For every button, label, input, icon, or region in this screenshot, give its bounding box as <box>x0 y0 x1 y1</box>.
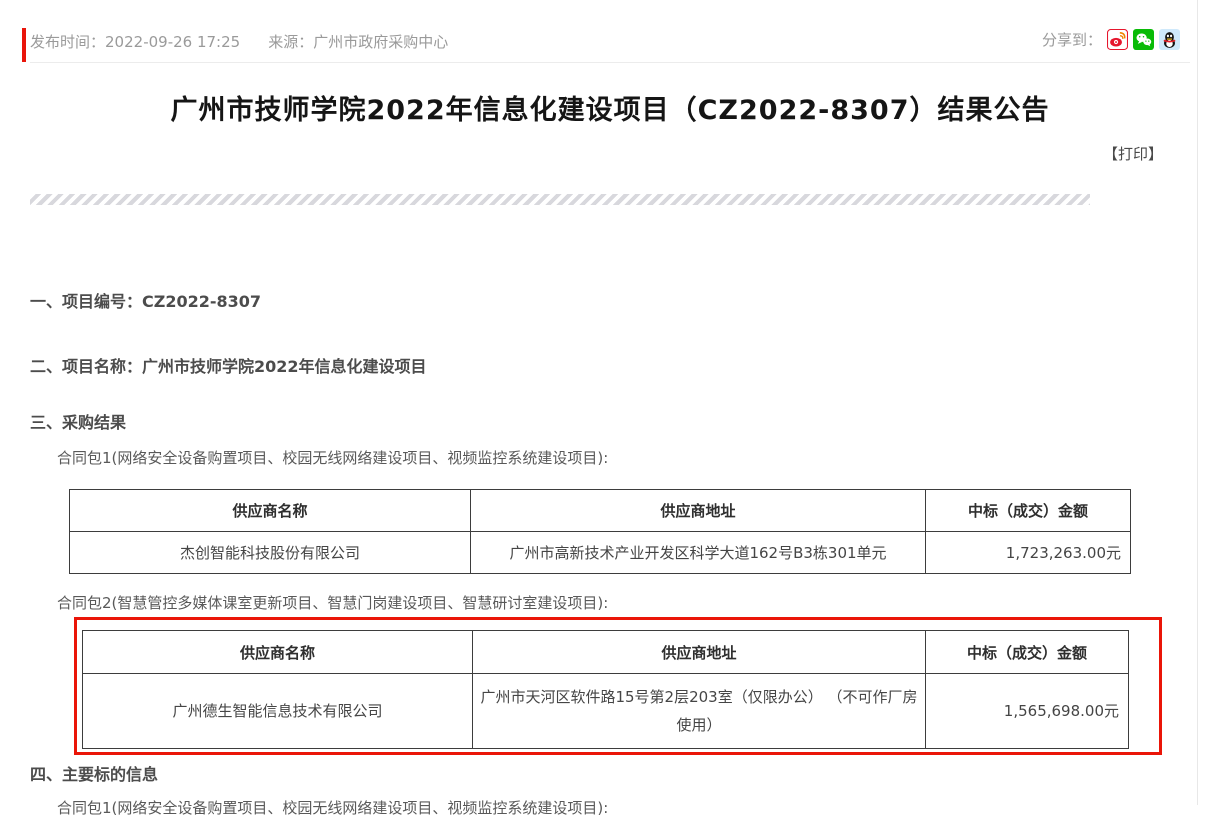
section-project-number: 一、项目编号：CZ2022-8307 <box>30 288 261 312</box>
table-row: 杰创智能科技股份有限公司 广州市高新技术产业开发区科学大道162号B3栋301单… <box>70 532 1131 574</box>
result-table-package1: 供应商名称 供应商地址 中标（成交）金额 杰创智能科技股份有限公司 广州市高新技… <box>69 489 1131 574</box>
supplier-address-cell: 广州市高新技术产业开发区科学大道162号B3栋301单元 <box>471 532 926 574</box>
table-header-row: 供应商名称 供应商地址 中标（成交）金额 <box>83 631 1129 674</box>
meta-bar: 发布时间：2022-09-26 17:25 来源：广州市政府采购中心 <box>30 31 448 52</box>
table-header-row: 供应商名称 供应商地址 中标（成交）金额 <box>70 490 1131 532</box>
col-supplier-name: 供应商名称 <box>83 631 473 674</box>
section-procurement-result: 三、采购结果 <box>30 409 126 433</box>
weibo-icon[interactable] <box>1107 29 1128 50</box>
source-label: 来源： <box>268 33 313 51</box>
print-button[interactable]: 【打印】 <box>1103 143 1163 164</box>
wechat-icon[interactable] <box>1133 29 1154 50</box>
source-value: 广州市政府采购中心 <box>313 33 448 51</box>
share-bar: 分享到： <box>1042 29 1180 50</box>
qq-icon[interactable] <box>1159 29 1180 50</box>
annotation-mark <box>22 28 26 62</box>
col-supplier-name: 供应商名称 <box>70 490 471 532</box>
result-table-package2: 供应商名称 供应商地址 中标（成交）金额 广州德生智能信息技术有限公司 广州市天… <box>82 630 1129 749</box>
supplier-address-cell: 广州市天河区软件路15号第2层203室（仅限办公） （不可作厂房使用） <box>473 674 926 749</box>
section-main-subject-info: 四、主要标的信息 <box>30 761 158 785</box>
col-supplier-address: 供应商地址 <box>473 631 926 674</box>
section-project-name: 二、项目名称：广州市技师学院2022年信息化建设项目 <box>30 353 427 377</box>
award-amount-cell: 1,723,263.00元 <box>926 532 1131 574</box>
share-label: 分享到： <box>1042 29 1102 50</box>
meta-divider <box>30 62 1190 63</box>
col-award-amount: 中标（成交）金额 <box>926 631 1129 674</box>
supplier-name-cell: 广州德生智能信息技术有限公司 <box>83 674 473 749</box>
col-supplier-address: 供应商地址 <box>471 490 926 532</box>
supplier-name-cell: 杰创智能科技股份有限公司 <box>70 532 471 574</box>
package1-repeat-label-cropped: 合同包1(网络安全设备购置项目、校园无线网络建设项目、视频监控系统建设项目): <box>57 797 608 818</box>
publish-time-value: 2022-09-26 17:25 <box>105 33 240 51</box>
package2-label: 合同包2(智慧管控多媒体课室更新项目、智慧门岗建设项目、智慧研讨室建设项目): <box>57 592 608 613</box>
page-title: 广州市技师学院2022年信息化建设项目（CZ2022-8307）结果公告 <box>30 88 1190 127</box>
page-right-divider <box>1197 0 1198 805</box>
award-amount-cell: 1,565,698.00元 <box>926 674 1129 749</box>
table-row: 广州德生智能信息技术有限公司 广州市天河区软件路15号第2层203室（仅限办公）… <box>83 674 1129 749</box>
hatch-divider <box>30 194 1090 205</box>
col-award-amount: 中标（成交）金额 <box>926 490 1131 532</box>
package1-label: 合同包1(网络安全设备购置项目、校园无线网络建设项目、视频监控系统建设项目): <box>57 447 608 468</box>
publish-time-label: 发布时间： <box>30 33 105 51</box>
